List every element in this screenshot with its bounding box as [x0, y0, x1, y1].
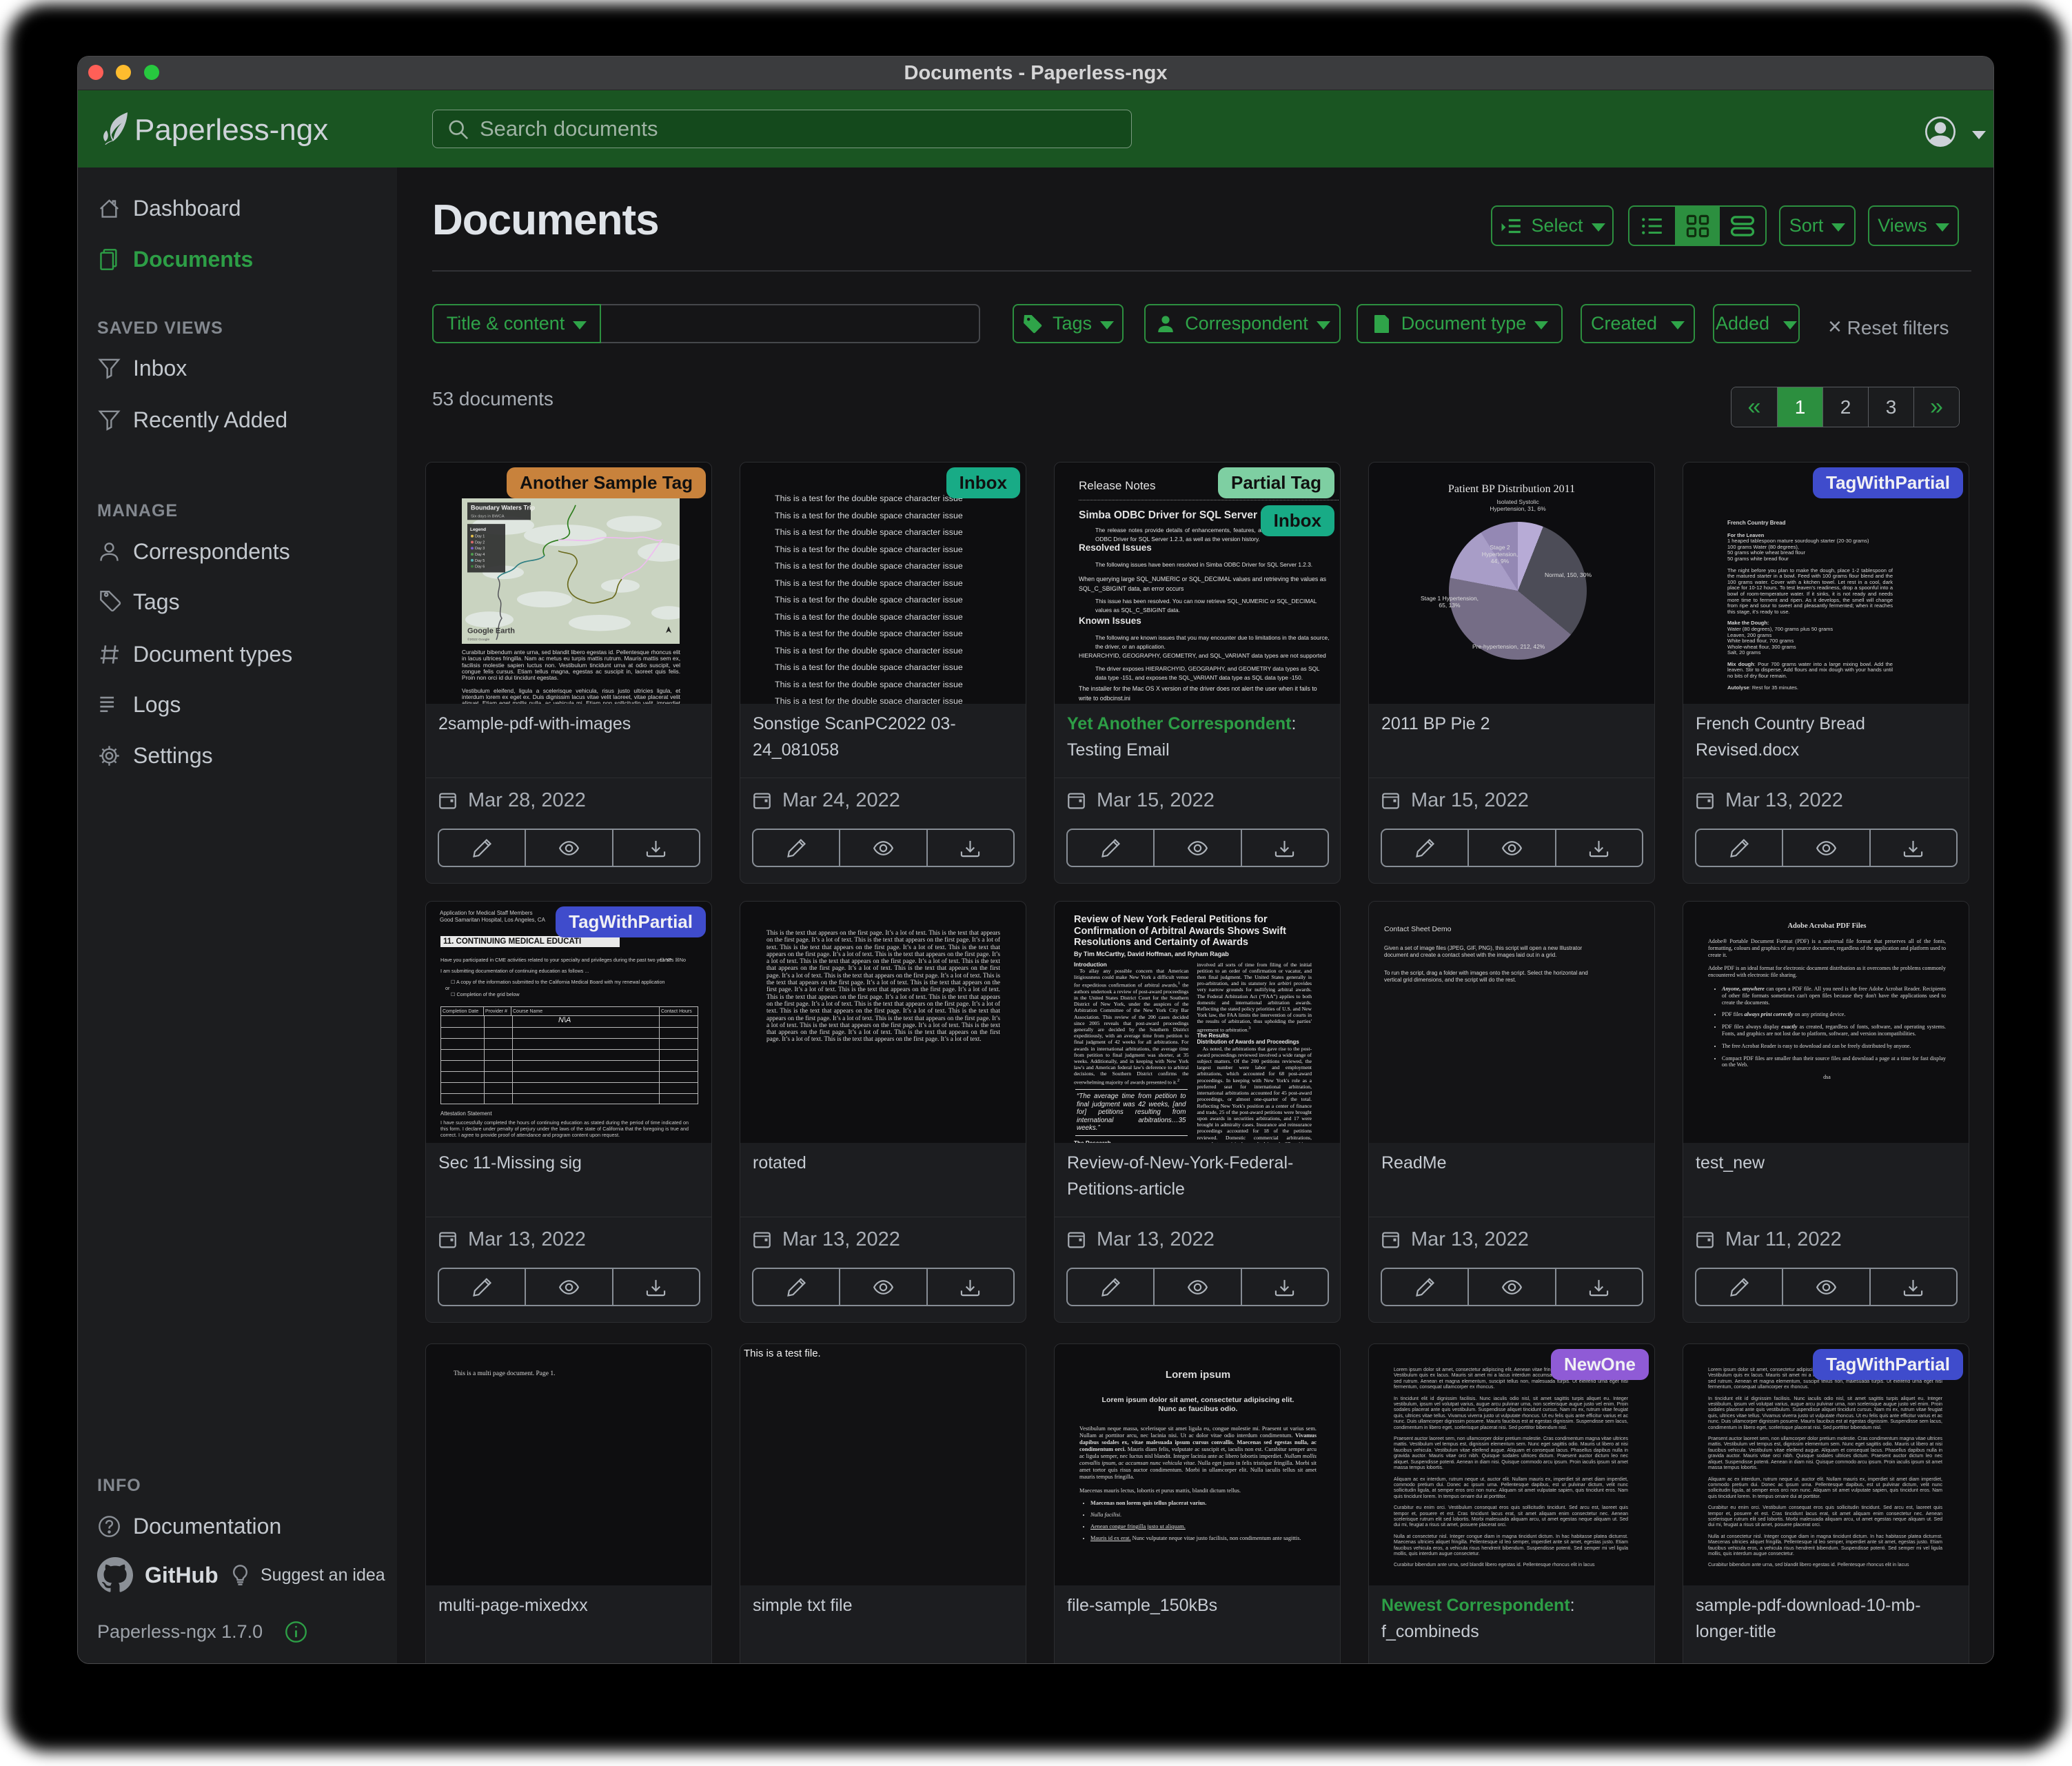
- svg-text:©2022 Google: ©2022 Google: [467, 637, 490, 642]
- svg-text:Day 1: Day 1: [475, 535, 485, 539]
- svg-text:Day 3: Day 3: [475, 547, 485, 551]
- svg-text:Boundary Waters Trip: Boundary Waters Trip: [471, 505, 536, 511]
- svg-text:Day 2: Day 2: [475, 540, 485, 545]
- svg-text:Legend: Legend: [470, 527, 486, 532]
- svg-text:Day 6: Day 6: [475, 565, 485, 569]
- svg-text:Day 4: Day 4: [475, 553, 485, 557]
- svg-text:Day 5: Day 5: [475, 559, 485, 563]
- svg-text:Google Earth: Google Earth: [467, 627, 515, 635]
- svg-text:Six days in BWCA: Six days in BWCA: [471, 514, 505, 518]
